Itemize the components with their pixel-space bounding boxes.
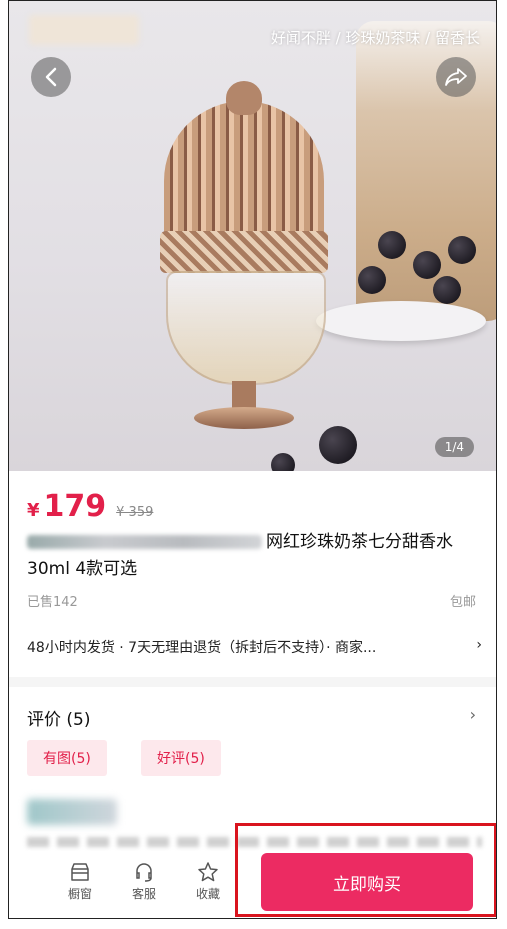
nav-label: 橱窗 xyxy=(67,887,92,901)
reviews-header[interactable]: 评价 (5) xyxy=(27,705,90,730)
nav-customer-service[interactable]: 客服 xyxy=(119,861,169,902)
storefront-icon xyxy=(71,863,89,881)
chevron-left-icon xyxy=(45,67,57,87)
pearl-image xyxy=(433,276,461,304)
review-tag-positive[interactable]: 好评(5) xyxy=(141,740,221,776)
pearl-image xyxy=(358,266,386,294)
currency-symbol: ¥ xyxy=(27,500,40,521)
pearl-image xyxy=(448,236,476,264)
blurred-brand-name xyxy=(27,535,262,549)
section-divider xyxy=(9,677,496,687)
review-tag-with-images[interactable]: 有图(5) xyxy=(27,740,107,776)
pearl-image xyxy=(413,251,441,279)
product-page: 好闻不胖 / 珍珠奶茶味 / 留香长 1/4 ¥ 179 ¥ 359 网红珍珠奶… xyxy=(8,0,497,919)
nav-storefront[interactable]: 橱窗 xyxy=(55,861,105,902)
service-info-row[interactable]: 48小时内发货 · 7天无理由退货（拆封后不支持）· 商家... › xyxy=(27,637,482,657)
page-indicator: 1/4 xyxy=(434,437,474,457)
reviewer-avatar-blurred xyxy=(27,799,117,825)
star-icon xyxy=(198,862,218,882)
perfume-bottle-image xyxy=(154,81,334,441)
share-icon xyxy=(445,68,467,86)
nav-label: 收藏 xyxy=(195,887,220,901)
headset-icon xyxy=(136,863,152,882)
highlight-box xyxy=(235,823,496,917)
nav-favorite[interactable]: 收藏 xyxy=(183,861,233,902)
service-info-text: 48小时内发货 · 7天无理由退货（拆封后不支持）· 商家... xyxy=(27,640,377,656)
shipping-label: 包邮 xyxy=(449,595,476,610)
pearl-image xyxy=(271,453,295,471)
product-title: 网红珍珠奶茶七分甜香水30ml 4款可选 xyxy=(27,529,482,583)
share-button[interactable] xyxy=(436,57,476,97)
saucer-image xyxy=(316,301,486,341)
back-button[interactable] xyxy=(31,57,71,97)
product-image-carousel[interactable]: 好闻不胖 / 珍珠奶茶味 / 留香长 1/4 xyxy=(9,1,496,471)
price: 179 xyxy=(43,489,107,524)
nav-label: 客服 xyxy=(131,887,156,901)
price-row: ¥ 179 ¥ 359 xyxy=(27,489,153,524)
hero-tagline: 好闻不胖 / 珍珠奶茶味 / 留香长 xyxy=(270,29,480,47)
chevron-right-icon[interactable]: › xyxy=(470,705,476,724)
sold-count: 已售142 xyxy=(27,595,78,610)
brand-watermark xyxy=(29,15,139,45)
pearl-image xyxy=(378,231,406,259)
chevron-right-icon: › xyxy=(476,637,482,653)
original-price: ¥ 359 xyxy=(116,505,154,520)
